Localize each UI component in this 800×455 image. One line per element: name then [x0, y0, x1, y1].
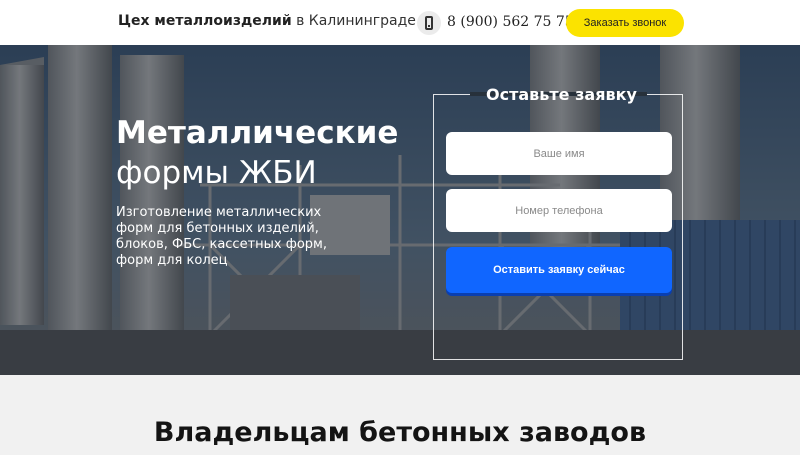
hero-title-line-1: Металлические	[116, 115, 399, 151]
hero-title-line-2: формы ЖБИ	[116, 155, 317, 191]
hero-description: Изготовление металлических форм для бето…	[116, 205, 327, 268]
phone-icon	[417, 11, 441, 35]
owners-section: Владельцам бетонных заводов	[0, 375, 800, 455]
brand-name: Цех металлоизделий	[118, 13, 292, 29]
site-brand: Цех металлоизделий в Калининграде	[118, 13, 416, 29]
request-form-title: Оставьте заявку	[486, 85, 637, 104]
site-header: Цех металлоизделий в Калининграде 8 (900…	[0, 0, 800, 45]
section-title: Владельцам бетонных заводов	[153, 417, 647, 448]
phone-input[interactable]	[446, 189, 672, 232]
hero-section: Металлические формы ЖБИ Изготовление мет…	[0, 45, 800, 375]
phone-number-link[interactable]: 8 (900) 562 75 75	[447, 14, 574, 30]
name-input[interactable]	[446, 132, 672, 175]
submit-request-button[interactable]: Оставить заявку сейчас	[446, 247, 672, 293]
brand-location: в Калининграде	[291, 13, 416, 29]
request-callback-button[interactable]: Заказать звонок	[566, 9, 684, 37]
hero-title: Металлические формы ЖБИ	[116, 113, 398, 193]
